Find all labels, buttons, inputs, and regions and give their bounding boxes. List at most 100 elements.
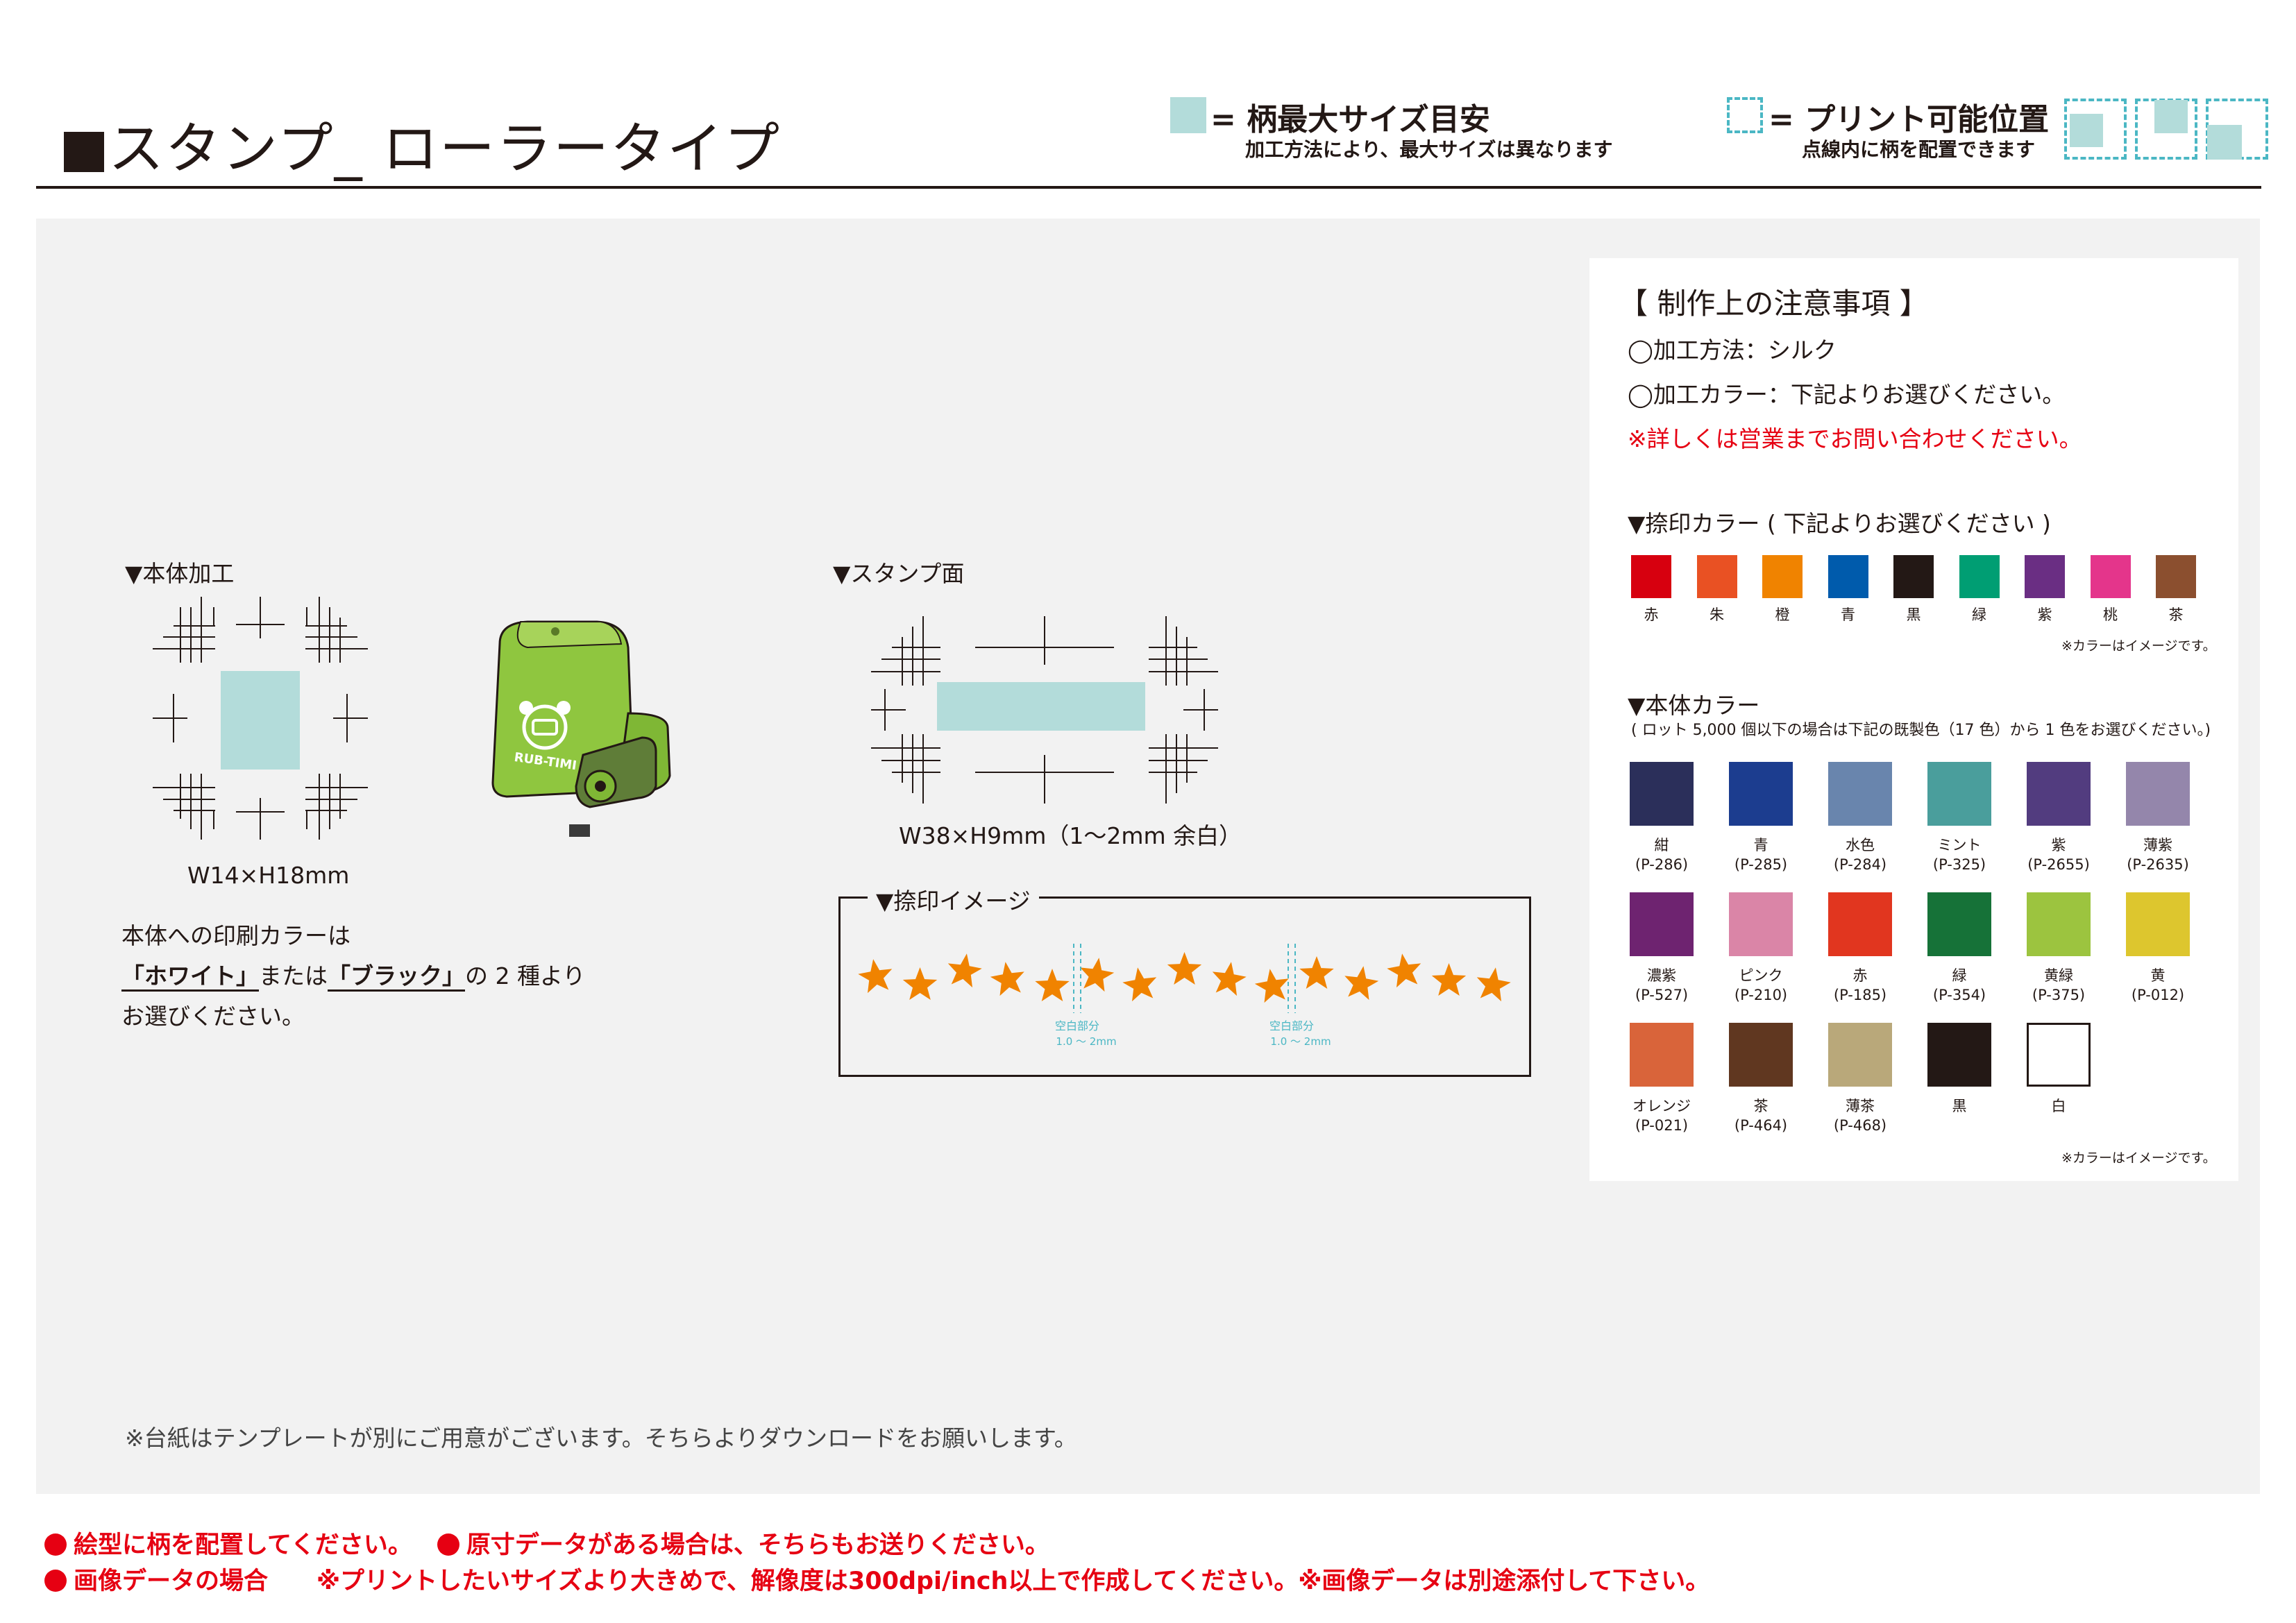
- body-color-label: 紺: [1654, 837, 1669, 853]
- star-mark: [1299, 956, 1334, 989]
- star-mark: [1431, 963, 1467, 996]
- notes-title: 【 制作上の注意事項 】: [1619, 287, 1929, 321]
- star-mark: [1212, 962, 1247, 996]
- placement-example-top: [2135, 99, 2197, 160]
- ink-swatch-label: 赤: [1644, 606, 1659, 623]
- legend-max-note: 加工方法により、最大サイズは異なります: [1245, 138, 1613, 161]
- body-color-code: (P-021): [1635, 1117, 1689, 1134]
- body-color-code: (P-286): [1635, 856, 1689, 873]
- star-mark: [902, 967, 938, 1000]
- body-color-label: 紫: [2051, 837, 2066, 853]
- star-mark: [1387, 953, 1421, 988]
- body-color-swatch[interactable]: [2027, 1023, 2091, 1087]
- ink-color-swatches: 赤朱橙青黒緑紫桃茶: [1631, 555, 2242, 631]
- body-color-label: 黒: [1952, 1098, 1967, 1114]
- body-print-area-diagram: [153, 597, 368, 840]
- black-option: 「ブラック」: [328, 962, 465, 992]
- star-mark: [947, 953, 982, 988]
- body-color-swatch[interactable]: [1927, 762, 1991, 826]
- star-mark: [1167, 952, 1202, 985]
- legend-print-title: = プリント可能位置: [1769, 102, 2050, 137]
- ink-swatch[interactable]: [2025, 555, 2065, 598]
- body-color-swatch[interactable]: [2126, 892, 2190, 956]
- ink-image-note: ※カラーはイメージです。: [2061, 638, 2216, 654]
- body-color-swatch[interactable]: [2027, 892, 2091, 956]
- template-note: ※台紙はテンプレートが別にご用意がございます。そちらよりダウンロードをお願いしま…: [125, 1425, 1077, 1452]
- star-mark: [1035, 969, 1070, 1001]
- notes-color: ◯加工カラー：下記よりお選びください。: [1628, 381, 2066, 408]
- stamp-section-heading: ▼スタンプ面: [833, 560, 965, 587]
- ink-swatch[interactable]: [2090, 555, 2131, 598]
- ink-swatch[interactable]: [1959, 555, 2000, 598]
- body-color-label: 緑: [1952, 967, 1967, 984]
- ink-swatch[interactable]: [1893, 555, 1934, 598]
- star-mark: [858, 959, 893, 994]
- body-color-swatch[interactable]: [1828, 892, 1892, 956]
- body-color-code: (P-527): [1635, 987, 1689, 1003]
- header-divider: [36, 186, 2261, 189]
- bullet-dot-icon: [44, 1570, 67, 1592]
- body-color-swatch[interactable]: [1630, 892, 1694, 956]
- body-color-swatch[interactable]: [1828, 762, 1892, 826]
- ink-swatch[interactable]: [1631, 555, 1671, 598]
- body-color-label: ピンク: [1739, 967, 1783, 984]
- body-color-heading: ▼本体カラー: [1628, 692, 1760, 719]
- legend-max-title: = 柄最大サイズ目安: [1210, 102, 1490, 137]
- gap-label-2: 空白部分: [1269, 1019, 1314, 1033]
- body-color-swatch[interactable]: [1729, 892, 1793, 956]
- footer-line-2: 画像データの場合 ※プリントしたいサイズより大きめで、解像度は300dpi/inc…: [44, 1561, 1710, 1597]
- body-color-code: (P-375): [2032, 987, 2086, 1003]
- body-size-label: W14×H18mm: [187, 862, 350, 889]
- body-color-swatches: 紺 (P-286) 青 (P-285) 水色 (P-284) ミント (P-325) 紫 (P-2…: [1630, 762, 2240, 1150]
- star-mark: [1254, 969, 1289, 1003]
- body-section-heading: ▼本体加工: [125, 560, 235, 587]
- ink-swatch-label: 青: [1841, 606, 1855, 623]
- body-color-code: (P-285): [1734, 856, 1788, 873]
- body-color-code: (P-464): [1734, 1117, 1788, 1134]
- body-color-swatch[interactable]: [1630, 1023, 1694, 1087]
- body-color-label: 赤: [1852, 967, 1868, 984]
- star-mark: [1080, 958, 1115, 992]
- ink-swatch-label: 茶: [2168, 606, 2184, 623]
- body-color-swatch[interactable]: [1828, 1023, 1892, 1087]
- body-color-swatch[interactable]: [2126, 762, 2190, 826]
- body-color-swatch[interactable]: [1729, 1023, 1793, 1087]
- body-color-label: 薄茶: [1846, 1098, 1875, 1114]
- ink-swatch-label: 朱: [1710, 606, 1724, 623]
- max-size-swatch: [1170, 97, 1206, 133]
- star-mark: [1122, 967, 1157, 1002]
- gap-value-2: 1.0 〜 2mm: [1270, 1035, 1331, 1048]
- impression-heading: ▼捺印イメージ: [868, 883, 1039, 916]
- notes-method: ◯加工方法：シルク: [1628, 337, 1837, 364]
- ink-swatch[interactable]: [1762, 555, 1803, 598]
- body-color-swatch[interactable]: [1927, 1023, 1991, 1087]
- body-color-code: (P-185): [1833, 987, 1887, 1003]
- notes-contact: ※詳しくは営業までお問い合わせください。: [1628, 425, 2082, 452]
- body-note-line3: お選びください。: [121, 1003, 305, 1030]
- ink-swatch[interactable]: [2156, 555, 2196, 598]
- body-color-code: (P-210): [1734, 987, 1788, 1003]
- body-color-swatch[interactable]: [1630, 762, 1694, 826]
- body-color-label: 茶: [1753, 1098, 1769, 1114]
- stamp-size-label: W38×H9mm（1〜2mm 余白）: [899, 822, 1242, 849]
- body-color-code: (P-2655): [2027, 856, 2090, 873]
- body-color-swatch[interactable]: [1729, 762, 1793, 826]
- star-mark: [990, 962, 1024, 996]
- body-color-label: 青: [1753, 837, 1769, 853]
- ink-swatch[interactable]: [1827, 555, 1868, 598]
- body-color-label: 黄: [2150, 967, 2166, 984]
- ink-swatch[interactable]: [1696, 555, 1737, 598]
- ink-swatch-label: 紫: [2037, 606, 2052, 623]
- page-title: スタンプ_ ローラータイプ: [64, 104, 781, 185]
- body-color-label: 薄紫: [2143, 837, 2172, 853]
- ink-swatch-label: 黒: [1906, 606, 1921, 623]
- body-color-label: 白: [2051, 1098, 2066, 1114]
- gap-label-1: 空白部分: [1055, 1019, 1099, 1033]
- print-area-swatch: [1727, 97, 1763, 133]
- body-note-line1: 本体への印刷カラーは: [121, 922, 351, 949]
- body-color-swatch[interactable]: [2027, 762, 2091, 826]
- placement-example-left: [2064, 99, 2127, 160]
- ink-swatch-label: 橙: [1775, 606, 1790, 623]
- body-color-swatch[interactable]: [1927, 892, 1991, 956]
- bullet-dot-icon: [437, 1533, 459, 1556]
